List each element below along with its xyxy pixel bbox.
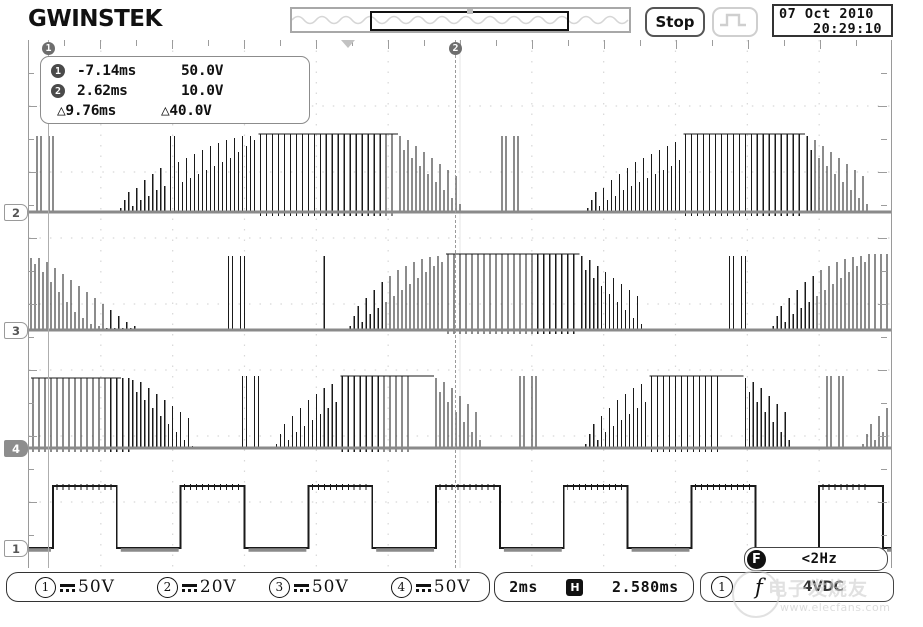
channel-1-number: 1 [35,576,56,598]
oscilloscope-screen: GWINSTEK Stop 07 Oct 2010 20:29:10 1 2 2… [0,0,923,627]
horizontal-ruler [28,40,892,49]
cursor-row-2-volt: 10.0V [181,83,224,99]
dc-coupling-icon [293,582,309,592]
trigger-mode-icon[interactable] [712,7,758,37]
vertical-ruler-left [28,40,37,568]
timebase-scale: 2ms [509,578,538,596]
pulse-icon [720,13,746,27]
cursor-row-1: 1 -7.14ms 50.0V [41,61,309,81]
channel-marker-3[interactable]: 3 [4,322,28,339]
channel-status-4[interactable]: 4 50V [390,576,471,598]
channel-4-number: 4 [390,576,412,598]
cursor-delta-row: △9.76ms △40.0V [41,101,309,121]
brand-logo-text: GWINSTEK [28,6,162,32]
channel-marker-4[interactable]: 4 [4,440,28,457]
vertical-ruler-right [878,40,887,568]
cursor-delta-volt: △40.0V [161,103,212,119]
channel-status-2[interactable]: 2 20V [156,576,237,598]
datetime-display: 07 Oct 2010 20:29:10 [772,4,893,37]
top-toolbar: GWINSTEK Stop 07 Oct 2010 20:29:10 [0,0,923,40]
cursor-row-1-badge: 1 [51,64,65,78]
channel-marker-2[interactable]: 2 [4,204,28,221]
dc-coupling-icon [181,582,197,592]
horizontal-badge-icon: H [566,578,584,596]
run-stop-button[interactable]: Stop [645,7,705,37]
channel-marker-2-label: 2 [11,205,20,220]
dc-coupling-icon [415,582,431,592]
trigger-status-bar[interactable]: 1 f 4VDC [700,572,894,602]
channel-marker-3-label: 3 [11,323,20,338]
cursor-line-2[interactable] [455,40,456,568]
frequency-counter: F <2Hz [744,547,888,571]
channel-2-number: 2 [156,576,178,598]
channel-marker-1-label: 1 [11,541,20,556]
watermark-url: www.elecfans.com [780,601,891,614]
brand-logo: GWINSTEK [28,6,162,32]
trigger-position-marker[interactable] [341,40,355,48]
cursor-delta-time: △9.76ms [57,103,117,119]
cursor-measurement-panel: 1 -7.14ms 50.0V 2 2.62ms 10.0V △9.76ms △… [40,56,310,124]
trigger-level: 4VDC [802,579,844,595]
timebase-position: 2.580ms [612,578,679,596]
cursor-tag-2[interactable]: 2 [449,42,462,55]
date-text: 07 Oct 2010 [779,6,874,22]
time-text: 20:29:10 [812,21,882,37]
channel-marker-1[interactable]: 1 [4,540,28,557]
cursor-row-2: 2 2.62ms 10.0V [41,81,309,101]
cursor-row-2-badge: 2 [51,84,65,98]
channel-status-1[interactable]: 1 50V [35,576,115,598]
channel-1-scale: 50V [78,577,115,597]
cursor-row-1-volt: 50.0V [181,63,224,79]
cursor-row-2-time: 2.62ms [77,83,128,99]
cursor-row-1-time: -7.14ms [77,63,137,79]
channel-marker-4-label: 4 [11,441,20,456]
dc-coupling-icon [60,582,75,592]
run-stop-label: Stop [655,13,695,31]
memory-bar[interactable] [290,7,631,33]
channel-4-scale: 50V [433,577,471,597]
cursor-tag-1[interactable]: 1 [42,42,55,55]
frequency-badge-icon: F [747,549,766,569]
channel-3-scale: 50V [311,577,349,597]
trigger-slope-icon: f [755,575,763,599]
channel-2-scale: 20V [199,577,237,597]
channel-status-3[interactable]: 3 50V [268,576,349,598]
timebase-status-bar[interactable]: 2ms H 2.580ms [494,572,694,602]
frequency-value: <2Hz [801,551,838,567]
memory-view-selector[interactable] [370,9,569,31]
channel-status-bar: 1 50V 2 20V 3 50V 4 50V [6,572,490,602]
channel-3-number: 3 [268,576,290,598]
trigger-source: 1 [711,576,733,598]
